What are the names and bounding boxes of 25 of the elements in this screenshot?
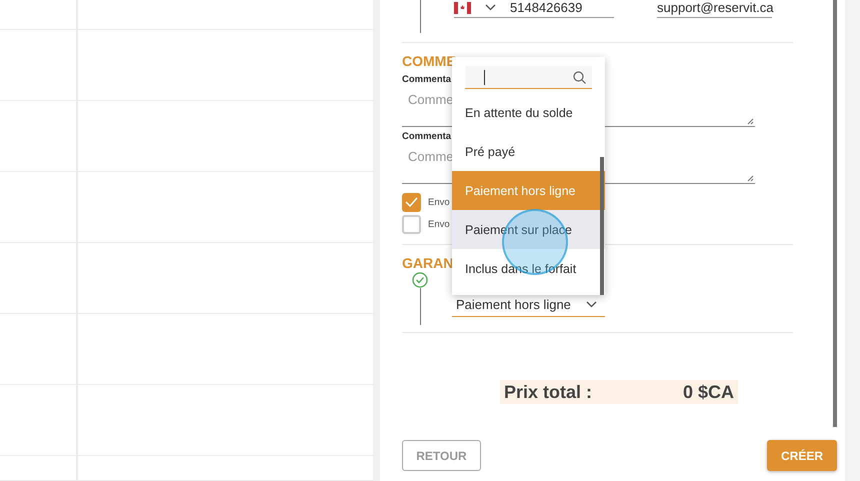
checkbox-label: Envo xyxy=(428,218,450,230)
scrollbar[interactable] xyxy=(600,157,604,295)
chevron-down-icon xyxy=(586,300,597,308)
checkbox-label: Envo xyxy=(428,196,450,208)
field-label: Commenta xyxy=(402,131,452,142)
checkbox[interactable] xyxy=(402,192,421,212)
dropdown-option[interactable]: Pré payé xyxy=(452,132,605,171)
total-label: Prix total : xyxy=(504,382,592,402)
field-label: Commenta xyxy=(402,74,452,85)
resize-grip-icon[interactable] xyxy=(747,175,754,182)
phone-number: 5148426639 xyxy=(510,0,582,15)
section-title: GARAN xyxy=(402,255,454,272)
chevron-down-icon[interactable] xyxy=(485,4,496,11)
total-value: 0 $CA xyxy=(682,382,734,402)
resize-grip-icon[interactable] xyxy=(747,118,754,125)
search-field[interactable] xyxy=(465,66,592,89)
dropdown-option[interactable]: En attente du solde xyxy=(452,93,605,132)
flag-icon xyxy=(454,2,471,14)
phone-field[interactable]: 5148426639 xyxy=(454,0,614,18)
scrollbar[interactable] xyxy=(833,0,837,427)
checkmark-icon xyxy=(405,197,418,207)
checkbox[interactable] xyxy=(402,214,421,234)
section-title: COMME xyxy=(402,53,456,70)
email-field[interactable]: support@reservit.ca xyxy=(657,0,772,18)
search-icon xyxy=(573,70,586,84)
